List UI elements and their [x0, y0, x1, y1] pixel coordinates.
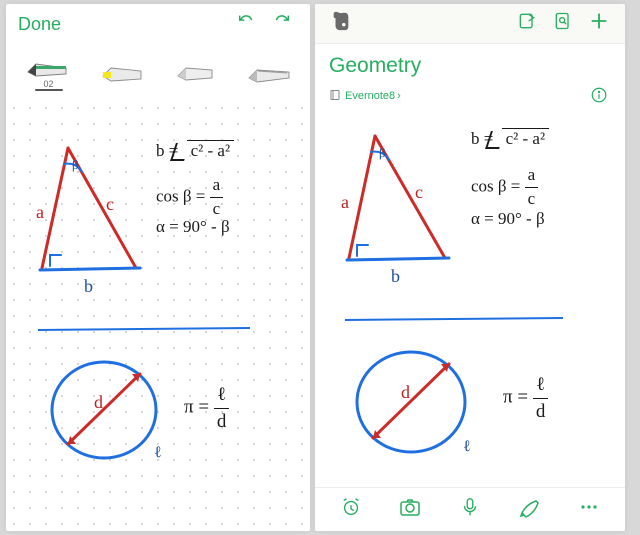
side-c-label: c	[106, 192, 114, 216]
viewer-header	[315, 4, 625, 44]
editor-header: Done	[6, 4, 310, 44]
redo-button[interactable]	[264, 7, 298, 41]
note-title[interactable]: Geometry	[315, 44, 625, 80]
more-icon	[577, 495, 601, 524]
angle-label: β	[72, 156, 79, 174]
editor-screen: Done 0	[6, 4, 310, 531]
eq2-v: cos β = ac	[471, 164, 538, 211]
camera-button[interactable]	[392, 492, 428, 528]
note-search-icon	[553, 11, 573, 36]
eq-pi-v: π = ℓd	[503, 372, 548, 424]
plus-icon	[588, 10, 610, 37]
chevron-right-icon: ›	[397, 90, 401, 102]
tool-pencil-label: 02	[43, 79, 53, 89]
eq3-v: α = 90° - β	[471, 208, 545, 231]
viewer-screen: Geometry Evernote8 ›	[315, 4, 625, 531]
done-button[interactable]: Done	[18, 14, 61, 35]
tool-highlighter[interactable]	[90, 47, 154, 93]
eraser-icon	[172, 56, 218, 84]
eq2: cos β = ac	[156, 174, 223, 221]
eq1-v: b = c² - a²	[471, 128, 549, 151]
diam-v: d	[401, 380, 410, 404]
side-b-label: b	[84, 274, 93, 298]
redo-icon	[270, 11, 292, 38]
eq1: b = c² - a²	[156, 140, 234, 163]
angle-label-v: β	[379, 144, 386, 162]
side-a-label: a	[36, 200, 44, 224]
tool-eraser[interactable]	[163, 47, 227, 93]
tool-cutter[interactable]	[236, 47, 300, 93]
cutter-icon	[245, 56, 291, 84]
editor-canvas[interactable]: β a c b b = c² - a² cos β = ac α = 90° -…	[6, 100, 310, 531]
app-logo[interactable]	[323, 6, 359, 42]
side-c-v: c	[415, 180, 423, 204]
notebook-icon	[329, 89, 341, 104]
share-icon	[517, 11, 537, 36]
info-button[interactable]	[587, 84, 611, 108]
pencil-icon	[26, 52, 72, 80]
side-b-v: b	[391, 264, 400, 288]
diameter-label: d	[94, 390, 103, 414]
side-a-v: a	[341, 190, 349, 214]
notebook-link[interactable]: Evernote8	[345, 90, 395, 102]
viewer-toolbar	[315, 487, 625, 531]
pen-icon	[518, 495, 542, 524]
new-note-button[interactable]	[581, 6, 617, 42]
evernote-icon	[330, 10, 352, 37]
tool-pencil[interactable]: 02	[17, 47, 81, 93]
reminder-button[interactable]	[333, 492, 369, 528]
undo-icon	[236, 11, 258, 38]
highlighter-icon	[99, 56, 145, 84]
mic-icon	[459, 496, 481, 523]
more-button[interactable]	[571, 492, 607, 528]
eq3: α = 90° - β	[156, 216, 230, 239]
perim-v: ℓ	[463, 436, 471, 458]
microphone-button[interactable]	[452, 492, 488, 528]
note-body[interactable]: β a c b b = c² - a² cos β = ac α = 90° -…	[315, 118, 625, 494]
eq-pi: π = ℓd	[184, 382, 229, 434]
tool-palette: 02	[6, 44, 310, 100]
breadcrumb: Evernote8 ›	[315, 80, 625, 118]
sketch	[6, 100, 310, 531]
camera-icon	[398, 495, 422, 524]
sketch-button[interactable]	[512, 492, 548, 528]
undo-button[interactable]	[230, 7, 264, 41]
info-icon	[590, 86, 608, 107]
share-button[interactable]	[509, 6, 545, 42]
search-note-button[interactable]	[545, 6, 581, 42]
perimeter-label: ℓ	[154, 442, 162, 464]
alarm-icon	[340, 496, 362, 523]
